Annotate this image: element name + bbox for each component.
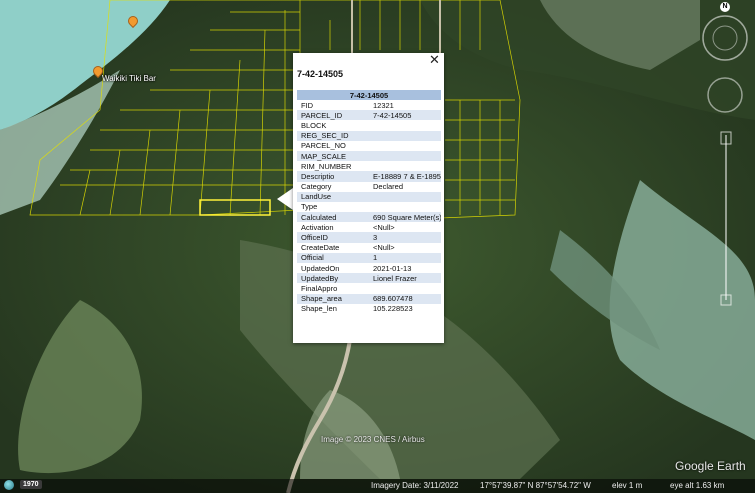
attribute-key: Calculated (297, 212, 369, 223)
attribute-key: Shape_area (297, 293, 369, 304)
attribute-key: FID (301, 100, 314, 110)
globe-icon[interactable] (4, 480, 14, 490)
attribute-row: Shape_area 689.607478 (297, 293, 441, 304)
attribute-value: 3 (369, 232, 441, 243)
attribute-row: Activation <Null> (297, 222, 441, 232)
attribute-row: FID 12321 (297, 100, 441, 110)
attribute-value (369, 161, 441, 171)
place-label[interactable]: Waikiki Tiki Bar (102, 74, 156, 83)
attribute-value: E-18889 7 & E-18950 7 (369, 171, 441, 182)
attribute-key: Official (297, 252, 369, 263)
attribute-table: 7-42-14505 FID 12321 PARCEL_ID 7-42-14505 BL… (297, 90, 441, 314)
attribute-row: RIM_NUMBER (297, 161, 441, 171)
attribute-row: FinalAppro (297, 283, 441, 293)
attribute-value (369, 150, 441, 162)
attribute-row: PARCEL_ID 7-42-14505 (297, 110, 441, 121)
attribute-value: 7-42-14505 (369, 110, 441, 121)
attribute-key: LandUse (297, 191, 369, 202)
attribute-value: 12321 (373, 100, 394, 110)
elevation-readout: elev 1 m (612, 481, 643, 490)
attribute-row: Official 1 (297, 252, 441, 263)
attribute-key: Descriptio (297, 171, 369, 182)
attribute-key: Activation (301, 222, 334, 232)
attribute-value: 689.607478 (369, 293, 441, 304)
attribute-key: RIM_NUMBER (301, 161, 352, 171)
attribute-row: CreateDate <Null> (297, 243, 441, 253)
attribute-value: Declared (373, 182, 404, 192)
attribute-value (369, 141, 441, 151)
attribute-row: MAP_SCALE (297, 150, 441, 162)
attribute-key: Shape_len (301, 304, 337, 314)
attribute-key: MAP_SCALE (297, 150, 369, 162)
imagery-date: Imagery Date: 3/11/2022 (371, 481, 459, 490)
attribute-table-header: 7-42-14505 (297, 90, 441, 100)
attribute-value: 1 (369, 252, 441, 263)
attribute-value: Lionel Frazer (369, 273, 441, 284)
status-bar: Imagery Date: 3/11/2022 17°57'39.87" N 8… (0, 479, 755, 493)
attribute-value: <Null> (373, 243, 395, 253)
attribute-row: LandUse (297, 191, 441, 202)
attribute-value (369, 283, 441, 293)
attribute-row: Type (297, 202, 441, 212)
attribute-value: 105.228523 (373, 304, 413, 314)
attribute-key: Category (301, 182, 332, 192)
attribute-value: <Null> (373, 222, 395, 232)
eye-altitude-readout: eye alt 1.63 km (670, 481, 725, 490)
google-earth-logo: Google Earth (675, 459, 746, 473)
attribute-value (369, 202, 441, 212)
attribute-key: FinalAppro (301, 283, 338, 293)
compass-north-icon[interactable]: N (720, 2, 730, 12)
attribute-key: PARCEL_NO (301, 141, 346, 151)
attribute-key: BLOCK (301, 120, 327, 130)
attribute-row: REG_SEC_ID (297, 130, 441, 141)
attribute-key: UpdatedBy (297, 273, 369, 284)
close-icon[interactable]: ✕ (429, 53, 440, 67)
attribute-row: Shape_len 105.228523 (297, 304, 441, 314)
attribute-row: Calculated 690 Square Meter(s) (297, 212, 441, 223)
attribute-row: DescriptioE-18889 7 & E-18950 7 (297, 171, 441, 182)
attribute-key: UpdatedOn (301, 263, 340, 273)
attribute-value (369, 130, 441, 141)
attribute-row: Category Declared (297, 182, 441, 192)
attribute-value (369, 120, 441, 130)
attribute-key: OfficeID (297, 232, 369, 243)
attribute-row: PARCEL_NO (297, 141, 441, 151)
look-control[interactable] (700, 12, 701, 13)
attribute-key: REG_SEC_ID (297, 130, 369, 141)
attribute-value: 2021-01-13 (373, 263, 412, 273)
attribute-row: UpdatedOn 2021-01-13 (297, 263, 441, 273)
attribute-key: PARCEL_ID (297, 110, 369, 121)
image-credit: Image © 2023 CNES / Airbus (321, 435, 425, 444)
attribute-row: UpdatedBy Lionel Frazer (297, 273, 441, 284)
attribute-row: OfficeID 3 (297, 232, 441, 243)
popup-pointer (277, 188, 293, 210)
historical-year-chip[interactable]: 1970 (20, 480, 42, 489)
attribute-row: BLOCK (297, 120, 441, 130)
attribute-value (369, 191, 441, 202)
popup-title: 7-42-14505 (297, 69, 344, 79)
attribute-key: CreateDate (301, 243, 340, 253)
cursor-coordinates: 17°57'39.87" N 87°57'54.72" W (480, 481, 591, 490)
parcel-info-popup: 7-42-14505 ✕ 7-42-14505 FID 12321 PARCEL_I… (293, 53, 444, 343)
attribute-value: 690 Square Meter(s) (369, 212, 441, 223)
attribute-key: Type (301, 202, 318, 212)
